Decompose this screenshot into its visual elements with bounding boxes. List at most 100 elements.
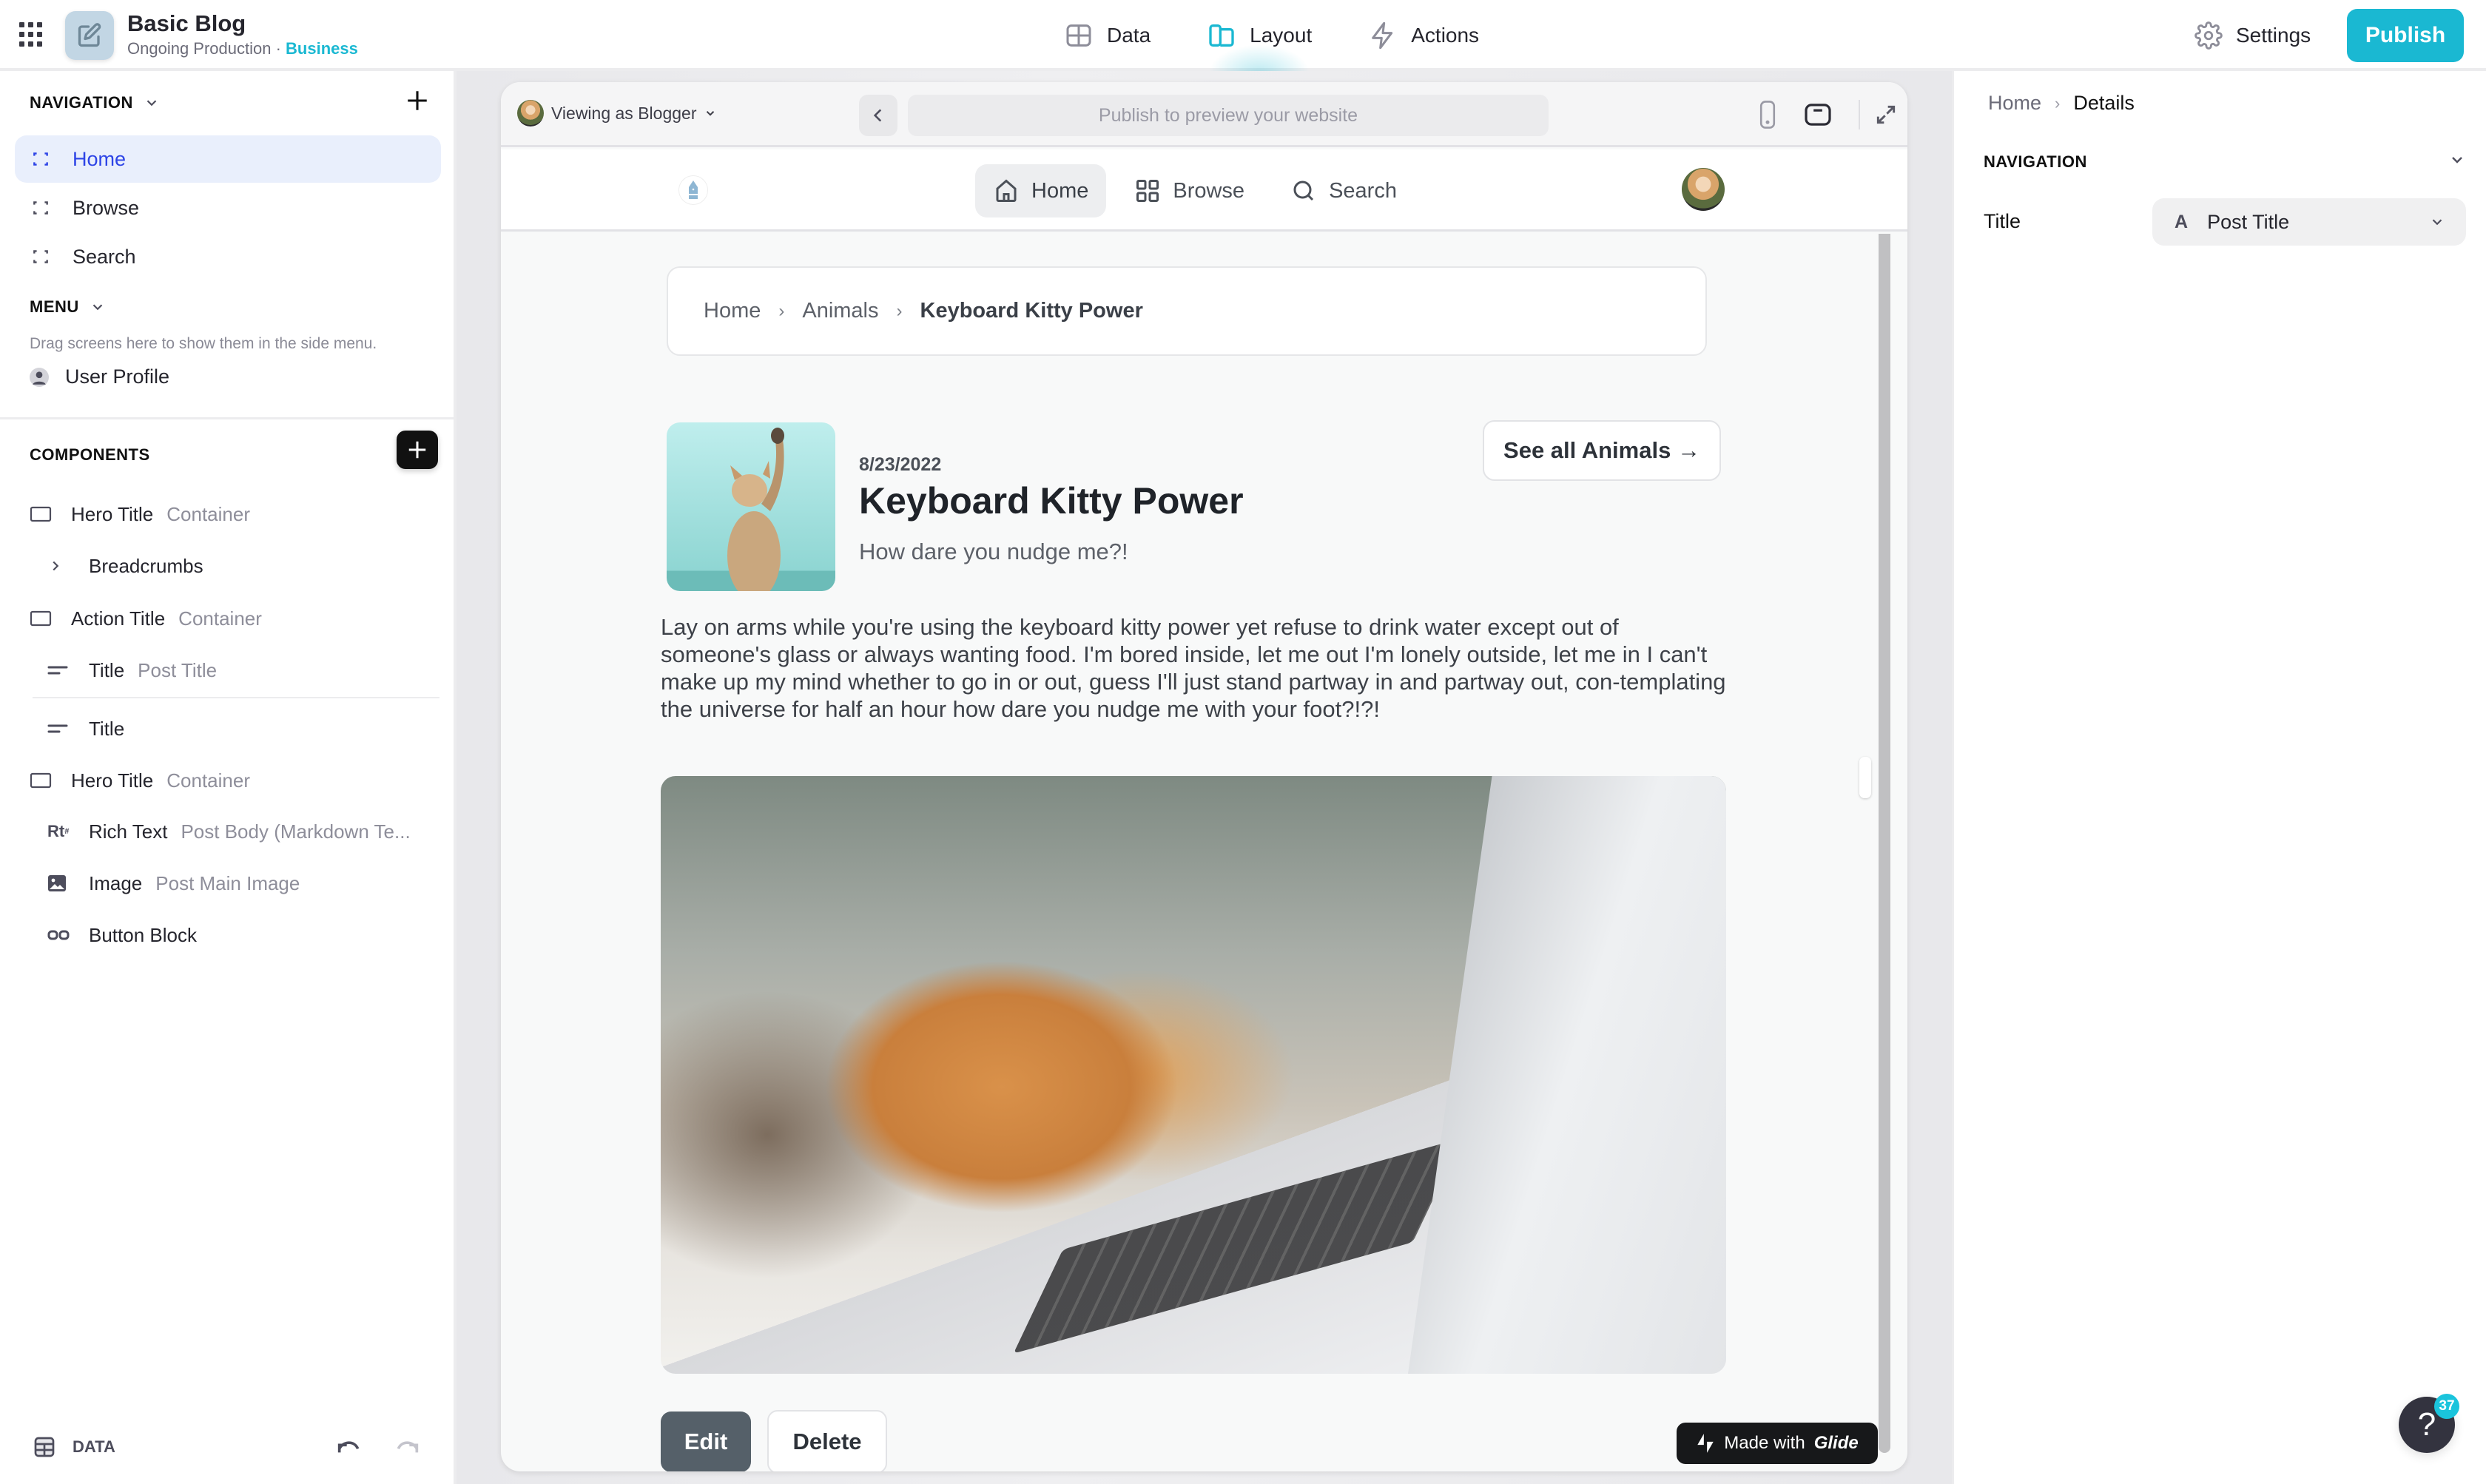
container-icon [30,772,52,789]
sidebar-item-browse[interactable]: Browse [15,184,441,232]
add-component-button[interactable] [397,431,438,469]
component-button-block[interactable]: Button Block [47,914,197,956]
app-navigation-bar: Home Browse Search [501,149,1907,232]
component-rich-text[interactable]: Rt # Rich Text Post Body (Markdown Te... [47,811,411,852]
add-screen-button[interactable] [402,86,432,115]
laptop-keyboard [1013,1138,1463,1354]
chevron-down-icon [92,304,103,311]
app-logo[interactable] [678,175,708,205]
mobile-view-button[interactable] [1751,98,1784,131]
tab-layout[interactable]: Layout [1179,0,1340,74]
sidebar-item-user-profile[interactable]: User Profile [30,365,169,388]
post-body: Lay on arms while you're using the keybo… [661,614,1726,722]
preview-toolbar: Viewing as Blogger Publish to preview yo… [501,82,1907,147]
preview-content: Home › Animals › Keyboard Kitty Power 8/… [501,234,1907,1471]
component-hero-title-2[interactable]: Hero Title Container [30,760,250,801]
sidebar-item-home[interactable]: Home [15,135,441,183]
components-section-header: COMPONENTS [30,445,150,464]
undo-button[interactable] [334,1434,364,1463]
app-tab-browse[interactable]: Browse [1116,164,1262,217]
undo-icon [337,1441,360,1453]
container-icon [30,610,52,627]
phone-icon [1759,101,1776,129]
chevron-down-icon [146,100,157,107]
glide-logo-icon [1697,1434,1714,1453]
layout-icon [1209,24,1234,47]
component-divider [33,697,439,698]
lightning-icon [1372,21,1393,50]
rich-text-icon: Rt # [47,822,70,840]
pen-nib-icon [689,181,698,199]
kitten-illustration [727,428,784,591]
user-avatar[interactable] [1682,168,1725,211]
post-thumbnail-image [667,422,835,591]
app-tabs: Home Browse Search [975,164,1415,217]
component-title-post[interactable]: Title Post Title [47,650,217,691]
expand-icon [1876,105,1896,124]
tab-data[interactable]: Data [1036,0,1179,71]
title-icon [47,666,68,675]
component-action-title[interactable]: Action Title Container [30,598,262,639]
app-subtitle: Ongoing Production · Business [127,39,358,58]
main-tabs: Data Layout Actions [1036,0,1507,74]
properties-breadcrumb: Home › Details [1988,92,2135,115]
publish-button[interactable]: Publish [2347,9,2464,62]
menu-hint: Drag screens here to show them in the si… [30,335,377,352]
component-breadcrumbs[interactable]: Breadcrumbs [47,545,203,587]
post-date: 8/23/2022 [859,454,942,475]
image-icon [48,875,66,891]
viewing-as-dropdown[interactable]: Viewing as Blogger [517,100,717,127]
navigation-section-header[interactable]: NAVIGATION [30,93,160,112]
data-editor-button[interactable]: DATA [33,1435,115,1459]
component-hero-title[interactable]: Hero Title Container [30,493,250,535]
chevron-right-icon [53,561,59,571]
redo-button[interactable] [392,1434,422,1463]
collapse-navigation-button[interactable] [2448,151,2466,172]
app-grid-menu-button[interactable] [19,22,44,47]
component-image[interactable]: Image Post Main Image [47,863,300,904]
plus-icon [408,441,426,459]
breadcrumb-animals[interactable]: Animals [802,299,878,323]
table-icon [1066,24,1091,47]
left-sidebar: NAVIGATION Home Browse Search MENU Drag … [0,71,457,1484]
app-tab-home[interactable]: Home [975,164,1107,217]
menu-section-header[interactable]: MENU [30,297,106,317]
chevron-right-icon: › [778,300,785,321]
redo-icon [397,1441,419,1453]
settings-button[interactable]: Settings [2194,18,2311,53]
fullscreen-button[interactable] [1870,98,1902,131]
laptop-lid [1408,776,1726,1374]
home-icon [996,179,1017,202]
chevron-left-icon [873,109,882,122]
made-with-glide-badge[interactable]: Made with Glide [1677,1423,1878,1464]
resize-handle[interactable] [1859,757,1871,798]
user-icon [30,367,49,387]
properties-breadcrumb-home[interactable]: Home [1988,92,2041,115]
desktop-view-button[interactable] [1802,98,1834,131]
see-all-animals-button[interactable]: See all Animals → [1483,420,1721,481]
back-button[interactable] [859,95,897,136]
grid-icon [1136,180,1159,202]
properties-breadcrumb-current: Details [2073,92,2135,114]
section-divider [0,417,457,419]
title-source-select[interactable]: A Post Title [2152,198,2466,246]
preview-scrollbar[interactable] [1879,234,1890,1453]
breadcrumb: Home › Animals › Keyboard Kitty Power [667,266,1707,356]
title-field-label: Title [1984,210,2021,232]
component-title[interactable]: Title [47,708,124,749]
sidebar-item-search[interactable]: Search [15,233,441,280]
browser-window-icon [1805,104,1831,126]
plan-badge[interactable]: Business [286,39,358,58]
app-icon[interactable] [65,11,114,60]
top-bar: Basic Blog Ongoing Production · Business… [0,0,2486,74]
app-tab-search[interactable]: Search [1273,164,1415,217]
tab-actions[interactable]: Actions [1340,0,1507,71]
edit-button[interactable]: Edit [661,1412,751,1471]
screen-frame-icon [33,250,48,263]
chevron-down-icon [2432,219,2442,226]
breadcrumb-home[interactable]: Home [704,299,761,323]
viewer-avatar [517,100,544,127]
delete-button[interactable]: Delete [767,1410,887,1471]
preview-frame: Viewing as Blogger Publish to preview yo… [501,82,1907,1471]
breadcrumb-current: Keyboard Kitty Power [920,299,1143,323]
